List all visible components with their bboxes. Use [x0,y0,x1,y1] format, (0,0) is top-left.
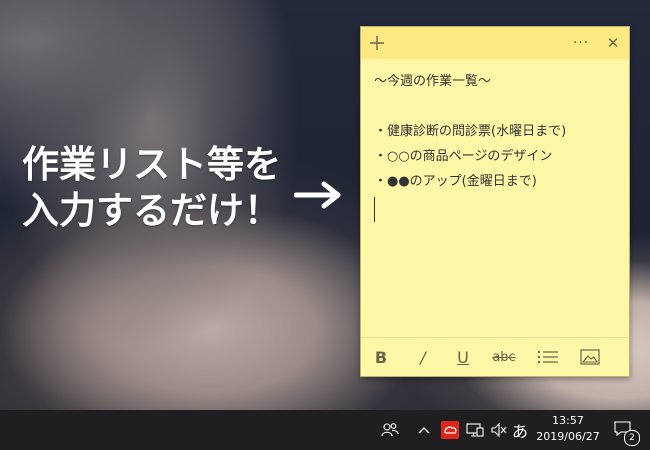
note-line [374,94,619,119]
network-icon[interactable] [464,410,486,450]
people-icon[interactable] [378,410,402,450]
promo-caption: 作業リスト等を 入力するだけ！ [22,142,281,234]
adobe-cloud-icon[interactable] [440,410,460,450]
clock-date: 2019/06/27 [536,430,600,443]
caption-line-1: 作業リスト等を [22,143,281,186]
notification-count-badge: 2 [624,430,640,446]
action-center-icon[interactable]: 2 [610,410,640,450]
note-line: ・○○の商品ページのデザイン [374,149,553,164]
note-line: ・●●のアップ(金曜日まで) [374,174,537,189]
bullet-list-button[interactable] [537,346,559,368]
more-icon[interactable]: ··· [569,31,593,55]
plus-icon[interactable] [365,31,389,55]
arrow-right-icon [294,181,341,209]
close-icon[interactable]: ✕ [601,31,625,55]
list-icon [538,351,558,363]
chevron-up-icon[interactable] [414,410,434,450]
text-cursor [374,197,375,222]
taskbar-clock[interactable]: 13:57 2019/06/27 [530,413,606,445]
note-text-area[interactable]: ～今週の作業一覧～ ・健康診断の問診票(水曜日まで) ・○○の商品ページのデザイ… [374,69,619,222]
clock-time: 13:57 [552,414,584,427]
insert-image-button[interactable] [579,346,601,368]
italic-button[interactable]: / [415,346,431,368]
bold-button[interactable]: B [373,346,389,368]
strikethrough-button[interactable]: abc [489,346,519,368]
sticky-note-window[interactable]: ··· ✕ ～今週の作業一覧～ ・健康診断の問診票(水曜日まで) ・○○の商品ペ… [360,26,630,377]
note-line: ～今週の作業一覧～ [374,74,492,89]
note-titlebar[interactable]: ··· ✕ [361,27,629,59]
volume-muted-icon[interactable] [488,410,510,450]
ime-icon[interactable]: あ [510,410,530,450]
image-icon [580,349,600,365]
underline-button[interactable]: U [455,346,471,368]
note-line: ・健康診断の問診票(水曜日まで) [374,124,567,139]
caption-line-2: 入力するだけ！ [22,189,281,232]
taskbar: あ 13:57 2019/06/27 2 [0,410,650,450]
note-format-toolbar: B / U abc [361,337,629,376]
